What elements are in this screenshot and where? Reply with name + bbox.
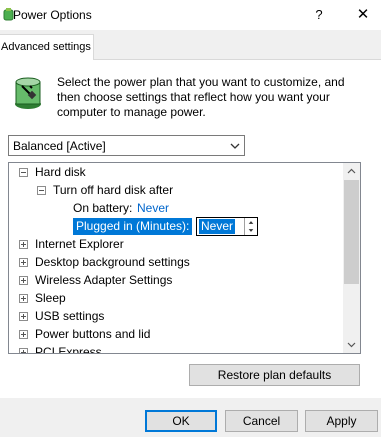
settings-tree[interactable]: Hard disk Turn off hard disk after On ba… — [8, 162, 361, 354]
cancel-button[interactable]: Cancel — [225, 410, 298, 432]
tab-advanced-settings[interactable]: Advanced settings — [0, 34, 94, 60]
collapse-icon[interactable] — [19, 168, 28, 177]
tree-item-label: Turn off hard disk after — [53, 183, 174, 197]
expand-icon[interactable] — [19, 294, 28, 303]
intro-text: Select the power plan that you want to c… — [57, 75, 345, 119]
plugged-in-label: Plugged in (Minutes): — [73, 218, 193, 235]
apply-button[interactable]: Apply — [305, 410, 378, 432]
power-plan-select[interactable]: Balanced [Active] — [8, 135, 245, 156]
on-battery-value-link[interactable]: Never — [137, 201, 169, 215]
tree-item-label: Internet Explorer — [35, 237, 124, 251]
battery-plug-icon — [15, 77, 41, 109]
vertical-scrollbar[interactable] — [343, 163, 360, 353]
title-bar: Power Options ? ✕ — [0, 0, 381, 30]
expand-icon[interactable] — [19, 312, 28, 321]
tree-item-label: Wireless Adapter Settings — [35, 273, 173, 287]
tree-item-label: Hard disk — [35, 165, 86, 179]
chevron-down-icon — [230, 143, 240, 149]
expand-icon[interactable] — [19, 348, 28, 353]
plugged-in-value[interactable]: Never — [199, 219, 236, 234]
restore-plan-defaults-button[interactable]: Restore plan defaults — [189, 364, 360, 386]
tree-item-label: Desktop background settings — [35, 255, 190, 269]
tree-item-label: USB settings — [35, 309, 105, 323]
spin-down-icon[interactable] — [244, 226, 257, 235]
ok-button[interactable]: OK — [145, 410, 217, 432]
help-button[interactable]: ? — [306, 0, 332, 30]
expand-icon[interactable] — [19, 330, 28, 339]
scrollbar-thumb[interactable] — [344, 180, 359, 284]
plugged-in-spinbox[interactable]: Never — [196, 217, 258, 236]
tree-item-label: Power buttons and lid — [35, 327, 151, 341]
power-plan-value: Balanced [Active] — [13, 139, 106, 153]
collapse-icon[interactable] — [37, 186, 46, 195]
scroll-down-icon[interactable] — [343, 336, 360, 353]
expand-icon[interactable] — [19, 276, 28, 285]
scroll-up-icon[interactable] — [343, 163, 360, 180]
tree-item-label: Sleep — [35, 291, 66, 305]
tab-label: Advanced settings — [1, 41, 91, 53]
window-title: Power Options — [13, 8, 92, 22]
on-battery-label: On battery: — [73, 201, 133, 215]
expand-icon[interactable] — [19, 258, 28, 267]
expand-icon[interactable] — [19, 240, 28, 249]
tree-item-label: PCI Express — [35, 345, 102, 354]
close-button[interactable]: ✕ — [345, 0, 381, 30]
